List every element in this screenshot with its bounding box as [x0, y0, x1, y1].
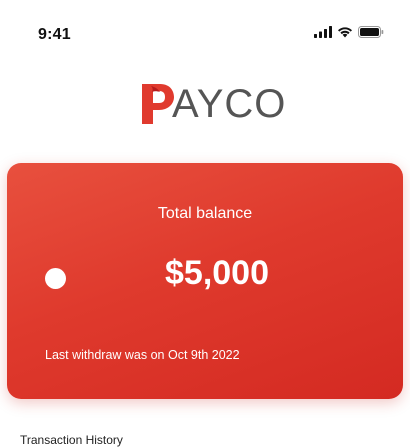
logo-wordmark: AYCO: [172, 82, 287, 126]
transaction-history-title: Transaction History: [20, 433, 123, 447]
wifi-icon: [338, 27, 352, 38]
status-icons: [314, 26, 384, 38]
payco-p-mark: [142, 84, 174, 124]
balance-card[interactable]: Total balance $5,000 Last withdraw was o…: [7, 163, 403, 399]
signal-icon: [314, 26, 332, 38]
battery-icon: [358, 26, 384, 38]
payco-logo: AYCO: [0, 80, 410, 130]
status-time: 9:41: [38, 26, 71, 43]
balance-amount: $5,000: [165, 254, 269, 292]
last-withdraw-note: Last withdraw was on Oct 9th 2022: [45, 348, 240, 362]
balance-title: Total balance: [157, 205, 253, 222]
status-bar: 9:41: [0, 0, 410, 60]
